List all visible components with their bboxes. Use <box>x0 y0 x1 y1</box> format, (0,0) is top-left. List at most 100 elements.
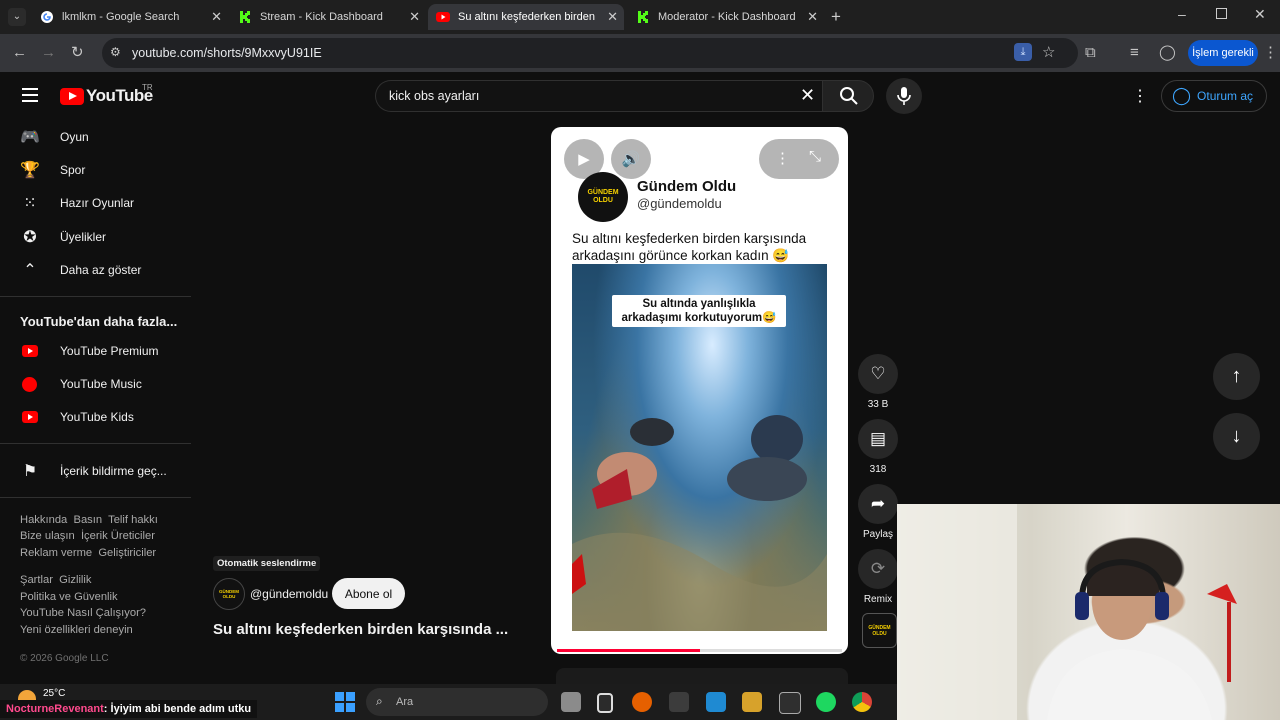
close-tab-icon[interactable]: ✕ <box>607 9 618 25</box>
subscribe-button[interactable]: Abone ol <box>332 578 405 609</box>
sidebar-item-youtube-kids[interactable]: YouTube Kids <box>20 402 134 432</box>
share-button[interactable]: ➦ <box>858 484 898 524</box>
vscode-icon[interactable] <box>706 692 726 712</box>
taskbar-search[interactable]: ⌕ Ara <box>366 688 548 716</box>
copyright: © 2026 Google LLC <box>20 653 109 664</box>
footer-link[interactable]: Gizlilik <box>59 574 91 586</box>
site-info-icon[interactable]: ⚙ <box>110 45 121 59</box>
post-avatar: GÜNDEM OLDU <box>578 172 628 222</box>
more-options-icon[interactable]: ⋮ <box>775 149 790 167</box>
bookmark-star-icon[interactable]: ☆ <box>1042 43 1055 61</box>
extensions-icon[interactable]: ⧉ <box>1085 44 1096 62</box>
region-code: TR <box>142 83 153 92</box>
back-icon[interactable]: ← <box>12 44 27 62</box>
firefox-icon[interactable] <box>632 692 652 712</box>
search-box[interactable]: kick obs ayarları ✕ <box>375 80 822 112</box>
task-view-icon[interactable] <box>561 692 581 712</box>
sidebar-item-label: YouTube Music <box>60 377 142 391</box>
footer-link[interactable]: Hakkında <box>20 514 67 526</box>
footer-link[interactable]: Şartlar <box>20 574 53 586</box>
post-account-handle: @gündemoldu <box>637 196 722 211</box>
youtube-premium-icon <box>20 345 40 357</box>
comments-button[interactable]: ▤ <box>858 419 898 459</box>
minimize-button[interactable]: – <box>1178 6 1186 22</box>
chat-overlay-message: NocturneRevenant: İyiyim abi bende adım … <box>0 700 258 718</box>
footer-link[interactable]: Telif hakkı <box>108 514 158 526</box>
grid-icon: ⁙ <box>23 195 37 212</box>
close-window-button[interactable]: ✕ <box>1254 6 1266 23</box>
start-button[interactable] <box>335 692 355 712</box>
close-tab-icon[interactable]: ✕ <box>409 9 420 25</box>
footer-link[interactable]: YouTube Nasıl Çalışıyor? <box>20 607 146 619</box>
footer-link[interactable]: İçerik Üreticiler <box>81 530 155 542</box>
profile-icon[interactable]: ◯ <box>1159 44 1176 62</box>
search-input[interactable]: kick obs ayarları <box>389 89 479 103</box>
media-control-icon[interactable]: ≡ <box>1130 44 1139 62</box>
previous-short-button[interactable]: ↑ <box>1213 353 1260 400</box>
taskbar-search-placeholder: Ara <box>396 696 414 708</box>
tab-youtube-short[interactable]: Su altını keşfederken birden karşı ✕ <box>428 4 624 30</box>
voice-search-button[interactable] <box>886 78 922 114</box>
search-button[interactable] <box>822 80 874 112</box>
next-short-button[interactable]: ↓ <box>1213 413 1260 460</box>
epic-games-icon[interactable] <box>779 692 801 714</box>
youtube-music-icon <box>20 376 40 392</box>
sidebar-section-heading: YouTube'dan daha fazla... <box>20 314 178 329</box>
remix-button[interactable]: ⟳ <box>858 549 898 589</box>
guide-menu-icon[interactable] <box>22 88 38 102</box>
sign-in-button[interactable]: ◯ Oturum aç <box>1161 80 1267 112</box>
tab-kick-moderator[interactable]: Moderator - Kick Dashboard ✕ <box>628 4 824 30</box>
account-circle-icon: ◯ <box>1172 86 1192 105</box>
tab-kick-stream[interactable]: Stream - Kick Dashboard ✕ <box>230 4 426 30</box>
like-button[interactable]: ♡ <box>858 354 898 394</box>
store-icon[interactable] <box>742 692 762 712</box>
footer-link[interactable]: Basın <box>73 514 102 526</box>
clear-search-icon[interactable]: ✕ <box>800 85 815 106</box>
sidebar-item-oyun[interactable]: 🎮 Oyun <box>20 122 89 152</box>
youtube-logo-icon[interactable] <box>60 88 84 105</box>
channel-avatar[interactable]: GÜNDEM OLDU <box>213 578 245 610</box>
footer-link[interactable]: Bize ulaşın <box>20 530 75 542</box>
terminal-icon[interactable] <box>669 692 689 712</box>
tab-google-search[interactable]: lkmlkm - Google Search ✕ <box>32 4 228 30</box>
sidebar-item-uyelikler[interactable]: ✪ Üyelikler <box>20 222 106 252</box>
browser-menu-icon[interactable]: ⋮ <box>1263 44 1278 62</box>
spotify-icon[interactable] <box>816 692 836 712</box>
sidebar-item-youtube-music[interactable]: YouTube Music <box>20 369 142 399</box>
taskbar-app-icon[interactable] <box>597 693 613 713</box>
settings-menu-icon[interactable]: ⋮ <box>1132 86 1148 106</box>
restore-button[interactable] <box>1216 8 1227 19</box>
close-tab-icon[interactable]: ✕ <box>807 9 818 25</box>
sidebar-item-youtube-premium[interactable]: YouTube Premium <box>20 336 159 366</box>
address-bar[interactable]: ⚙ youtube.com/shorts/9MxxvyU91IE ⤓ ☆ <box>102 38 1078 68</box>
footer-link[interactable]: Reklam verme <box>20 547 92 559</box>
footer-link[interactable]: Politika ve Güvenlik <box>20 591 118 603</box>
footer-link[interactable]: Geliştiriciler <box>98 547 156 559</box>
webcam-overlay <box>897 504 1280 720</box>
fullscreen-icon[interactable]: ⤡ <box>809 148 821 165</box>
chat-username: NocturneRevenant <box>6 703 104 715</box>
remix-icon: ⟳ <box>870 559 886 578</box>
new-tab-button[interactable]: + <box>831 7 841 27</box>
reload-icon[interactable]: ↻ <box>71 44 84 62</box>
video-progress-track[interactable] <box>557 649 842 652</box>
sidebar-item-spor[interactable]: 🏆 Spor <box>20 155 85 185</box>
action-required-button[interactable]: İşlem gerekli <box>1188 40 1258 66</box>
footer-link[interactable]: Yeni özellikleri deneyin <box>20 624 133 636</box>
trophy-icon: 🏆 <box>20 162 40 179</box>
post-caption: Su altını keşfederken birden karşısında … <box>572 231 807 263</box>
close-tab-icon[interactable]: ✕ <box>211 9 222 25</box>
sound-thumbnail[interactable]: GÜNDEM OLDU <box>862 613 897 648</box>
forward-icon[interactable]: → <box>41 44 56 62</box>
sidebar-item-hazir-oyunlar[interactable]: ⁙ Hazır Oyunlar <box>20 188 134 218</box>
short-video-player[interactable]: ▶ 🔊 ⋮ ⤡ GÜNDEM OLDU Gündem Oldu @gündemo… <box>551 127 848 654</box>
tab-search-button[interactable]: ⌄ <box>8 8 26 26</box>
install-app-icon[interactable]: ⤓ <box>1014 43 1032 61</box>
channel-handle[interactable]: @gündemoldu <box>250 587 328 601</box>
chrome-icon[interactable] <box>852 692 872 712</box>
weather-temperature[interactable]: 25°C <box>43 688 65 699</box>
volume-button[interactable]: 🔊 <box>611 139 651 179</box>
sidebar-item-report[interactable]: ⚑ İçerik bildirme geç... <box>20 456 167 486</box>
short-title[interactable]: Su altını keşfederken birden karşısında … <box>213 621 508 638</box>
sidebar-item-show-less[interactable]: ⌃ Daha az göster <box>20 255 141 285</box>
